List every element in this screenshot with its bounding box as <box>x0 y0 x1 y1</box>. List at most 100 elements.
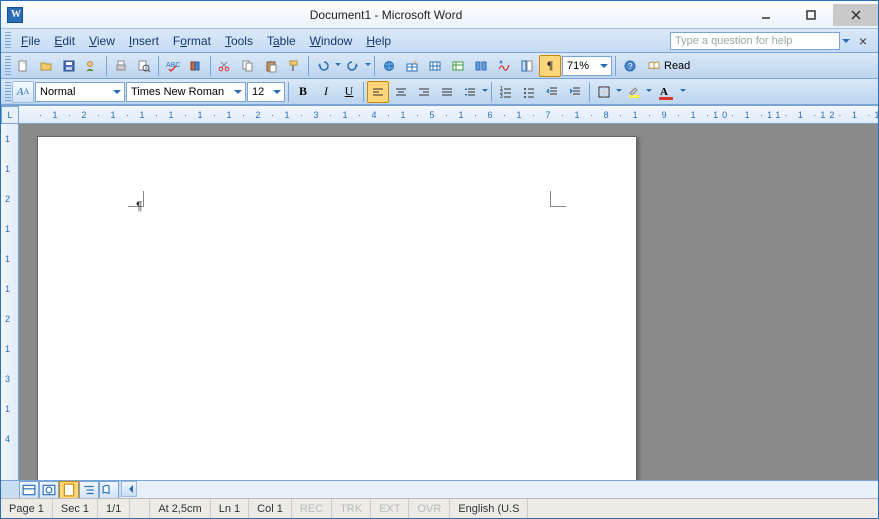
align-left-button[interactable] <box>367 81 389 103</box>
status-ext[interactable]: EXT <box>371 499 409 518</box>
document-viewport[interactable]: ¶ <box>19 124 878 480</box>
status-trk[interactable]: TRK <box>332 499 371 518</box>
highlight-button[interactable] <box>623 81 645 103</box>
paragraph-mark-icon: ¶ <box>136 199 142 213</box>
menubar-grip[interactable] <box>5 32 11 50</box>
drawing-button[interactable] <box>493 55 515 77</box>
redo-dropdown-icon[interactable] <box>365 63 371 69</box>
horizontal-ruler[interactable]: · 1 · 2 · 1 · 1 · 1 · 1 · 1 · 2 · 1 · 3 … <box>19 106 878 123</box>
status-lang[interactable]: English (U.S <box>450 499 528 518</box>
status-sec: Sec 1 <box>53 499 98 518</box>
svg-text:?: ? <box>628 62 633 71</box>
close-button[interactable] <box>833 4 878 26</box>
normal-view-button[interactable] <box>19 481 39 498</box>
line-spacing-button[interactable] <box>459 81 481 103</box>
horizontal-scrollbar[interactable] <box>121 481 878 498</box>
decrease-indent-button[interactable] <box>541 81 563 103</box>
status-col: Col 1 <box>249 499 292 518</box>
print-preview-button[interactable] <box>133 55 155 77</box>
status-pages: 1/1 <box>98 499 130 518</box>
underline-button[interactable]: U <box>338 81 360 103</box>
line-spacing-dropdown-icon[interactable] <box>482 89 488 95</box>
toolbar-grip[interactable] <box>5 56 11 76</box>
editor-area: L · 1 · 2 · 1 · 1 · 1 · 1 · 1 · 2 · 1 · … <box>1 106 878 498</box>
tab-selector[interactable]: L <box>1 106 19 124</box>
window-title: Document1 - Microsoft Word <box>29 8 743 22</box>
titlebar: Document1 - Microsoft Word <box>1 1 878 29</box>
align-center-button[interactable] <box>390 81 412 103</box>
svg-text:3: 3 <box>500 94 503 99</box>
toolbar-grip[interactable] <box>5 82 11 102</box>
bullets-button[interactable] <box>518 81 540 103</box>
hyperlink-button[interactable] <box>378 55 400 77</box>
maximize-button[interactable] <box>788 4 833 26</box>
menu-help[interactable]: Help <box>360 32 397 50</box>
menu-edit[interactable]: Edit <box>48 32 81 50</box>
status-page: Page 1 <box>1 499 53 518</box>
spelling-button[interactable]: ABC <box>162 55 184 77</box>
increase-indent-button[interactable] <box>564 81 586 103</box>
numbering-button[interactable]: 123 <box>495 81 517 103</box>
close-doc-button[interactable]: × <box>856 33 870 49</box>
doc-map-button[interactable] <box>516 55 538 77</box>
web-layout-button[interactable] <box>39 481 59 498</box>
menu-insert[interactable]: Insert <box>123 32 165 50</box>
status-ovr[interactable]: OVR <box>409 499 450 518</box>
borders-dropdown-icon[interactable] <box>616 89 622 95</box>
save-button[interactable] <box>58 55 80 77</box>
font-color-dropdown-icon[interactable] <box>680 89 686 95</box>
show-formatting-button[interactable]: ¶ <box>539 55 561 77</box>
copy-button[interactable] <box>237 55 259 77</box>
highlight-dropdown-icon[interactable] <box>646 89 652 95</box>
insert-table-button[interactable] <box>424 55 446 77</box>
tables-borders-button[interactable] <box>401 55 423 77</box>
reading-layout-button[interactable] <box>99 481 119 498</box>
menu-window[interactable]: Window <box>304 32 359 50</box>
research-button[interactable] <box>185 55 207 77</box>
word-icon <box>7 7 23 23</box>
margin-marker-icon <box>550 191 566 207</box>
zoom-combo[interactable]: 71% <box>562 56 612 76</box>
new-button[interactable] <box>12 55 34 77</box>
menu-view[interactable]: View <box>83 32 121 50</box>
undo-button[interactable] <box>312 55 334 77</box>
permission-button[interactable] <box>81 55 103 77</box>
open-button[interactable] <box>35 55 57 77</box>
document-page[interactable]: ¶ <box>37 136 637 480</box>
statusbar: Page 1 Sec 1 1/1 At 2,5cm Ln 1 Col 1 REC… <box>1 498 878 518</box>
borders-button[interactable] <box>593 81 615 103</box>
font-color-swatch <box>659 97 673 100</box>
menu-file[interactable]: File <box>15 32 46 50</box>
style-combo[interactable]: Normal <box>35 82 125 102</box>
insert-worksheet-button[interactable] <box>447 55 469 77</box>
font-size-combo[interactable]: 12 <box>247 82 285 102</box>
menu-tools[interactable]: Tools <box>219 32 259 50</box>
cut-button[interactable] <box>214 55 236 77</box>
help-button[interactable]: ? <box>619 55 641 77</box>
print-button[interactable] <box>110 55 132 77</box>
menu-table[interactable]: Table <box>261 32 302 50</box>
app-window: Document1 - Microsoft Word File Edit Vie… <box>0 0 879 519</box>
align-justify-button[interactable] <box>436 81 458 103</box>
menu-format[interactable]: Format <box>167 32 217 50</box>
help-dropdown-icon[interactable] <box>842 39 850 47</box>
print-layout-button[interactable] <box>59 481 79 498</box>
read-button[interactable]: Read <box>642 55 695 77</box>
help-search-input[interactable]: Type a question for help <box>670 32 840 50</box>
styles-button[interactable]: AA <box>12 81 34 103</box>
standard-toolbar: ABC ¶ 71% ? Read <box>1 53 878 79</box>
outline-view-button[interactable] <box>79 481 99 498</box>
paste-button[interactable] <box>260 55 282 77</box>
italic-button[interactable]: I <box>315 81 337 103</box>
redo-button[interactable] <box>342 55 364 77</box>
scroll-left-button[interactable] <box>121 481 137 497</box>
columns-button[interactable] <box>470 55 492 77</box>
bold-button[interactable]: B <box>292 81 314 103</box>
undo-dropdown-icon[interactable] <box>335 63 341 69</box>
vertical-ruler[interactable]: 11211121314 <box>1 124 19 480</box>
minimize-button[interactable] <box>743 4 788 26</box>
font-combo[interactable]: Times New Roman <box>126 82 246 102</box>
align-right-button[interactable] <box>413 81 435 103</box>
status-rec[interactable]: REC <box>292 499 332 518</box>
format-painter-button[interactable] <box>283 55 305 77</box>
